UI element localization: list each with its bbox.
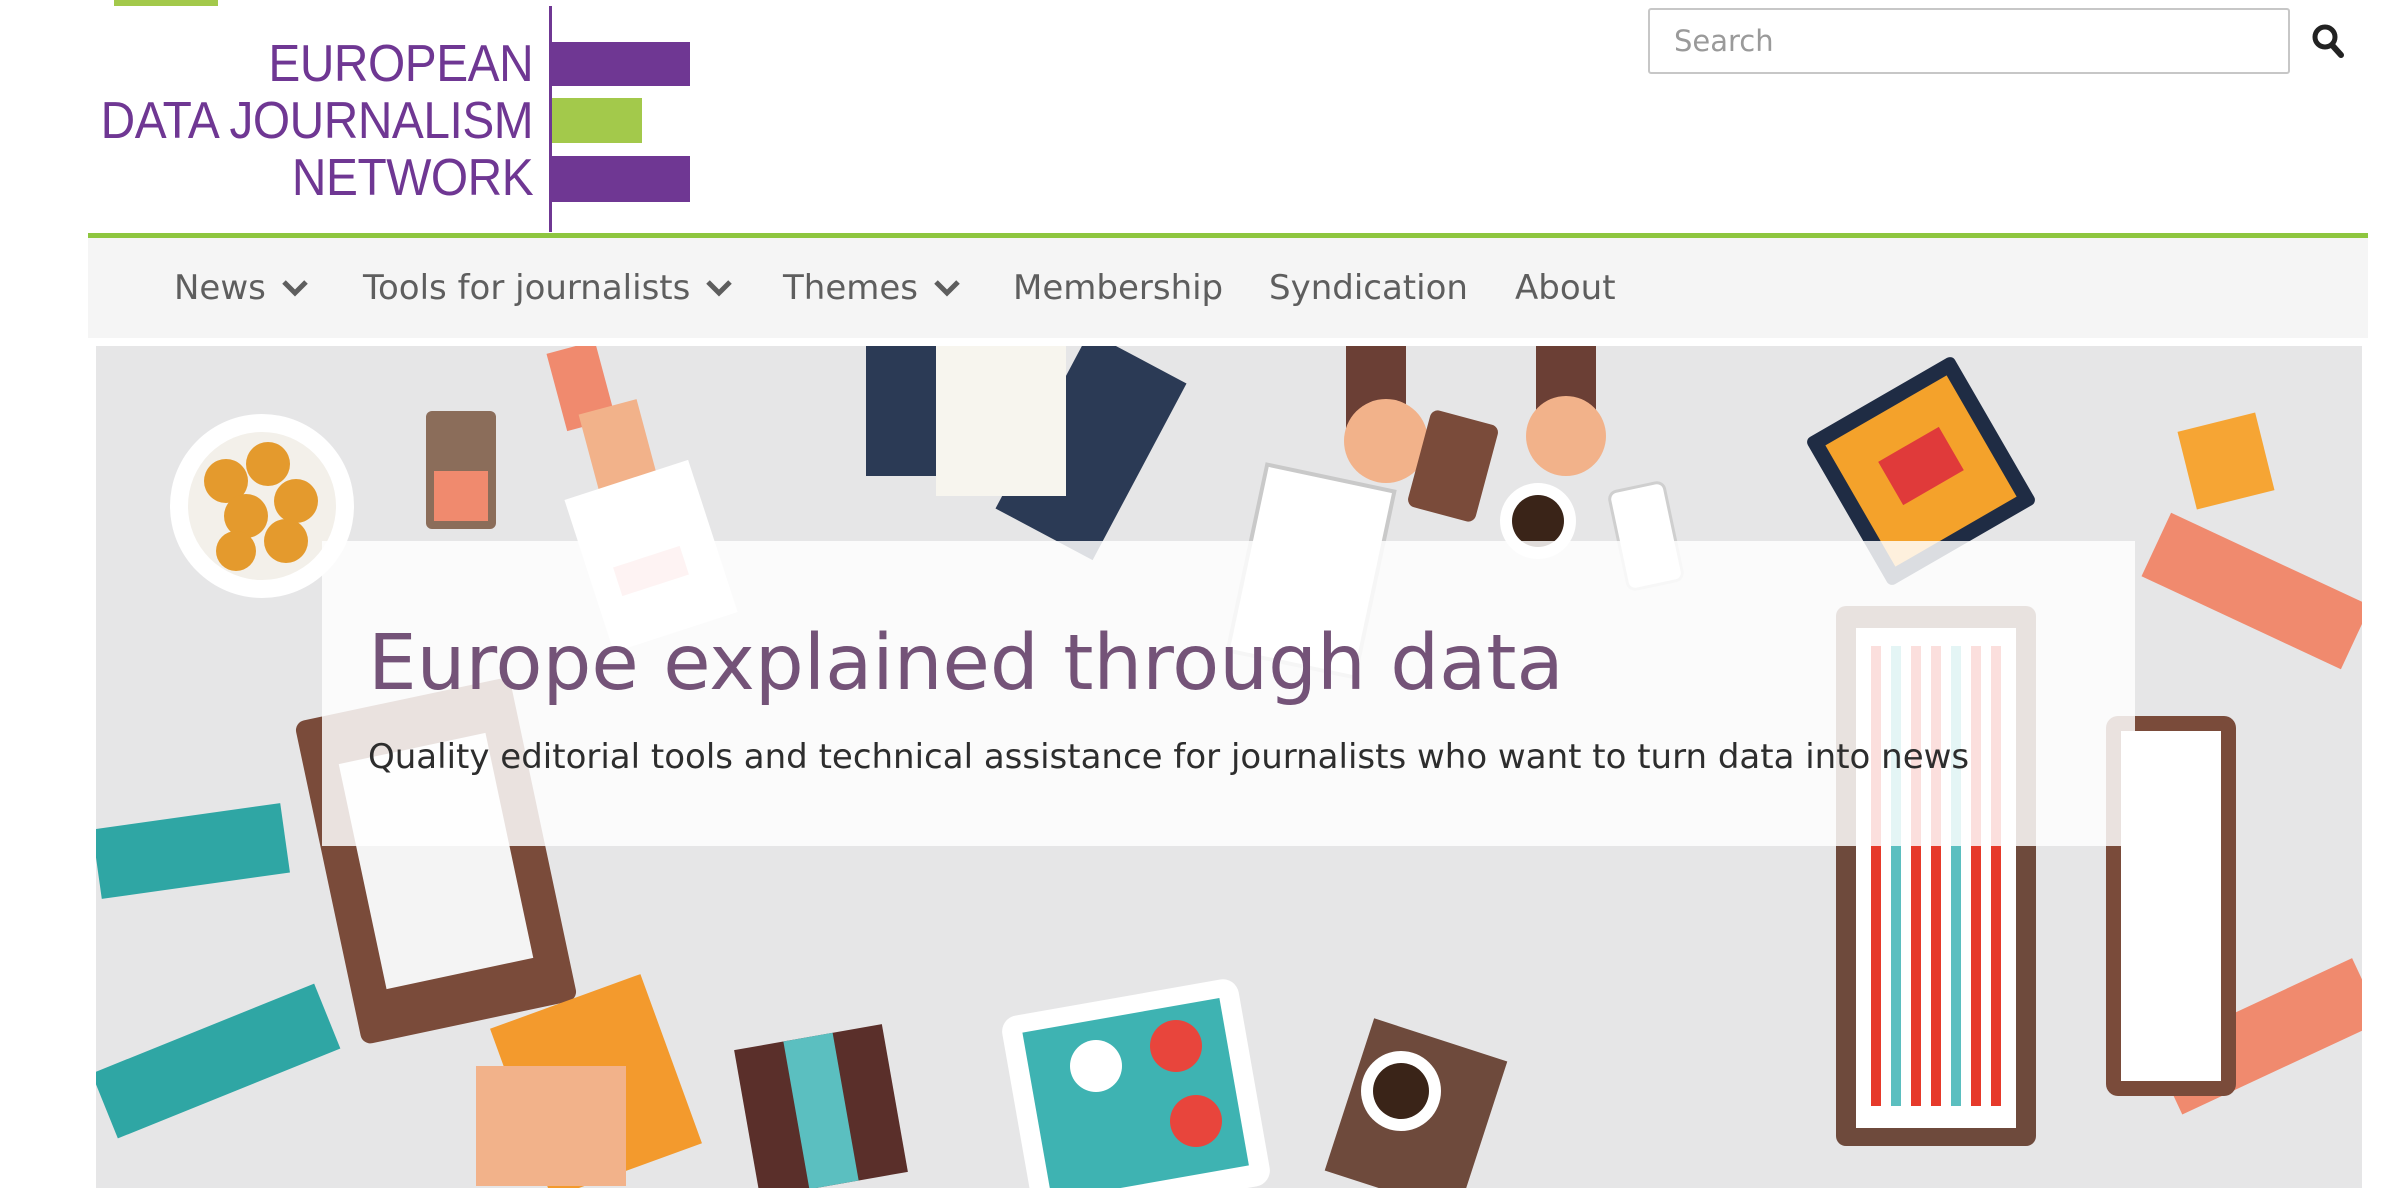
logo-line-3: NETWORK bbox=[291, 149, 534, 207]
chevron-down-icon bbox=[934, 280, 960, 297]
chevron-down-icon bbox=[706, 280, 733, 297]
nav-label: About bbox=[1515, 268, 1616, 308]
nav-label: Themes bbox=[783, 268, 918, 308]
hero-subtitle: Quality editorial tools and technical as… bbox=[368, 737, 1970, 777]
nav-item-syndication[interactable]: Syndication bbox=[1269, 238, 1468, 338]
logo-bar-bottom bbox=[552, 156, 690, 202]
nav-label: News bbox=[174, 268, 266, 308]
nav-label: Tools for journalists bbox=[363, 268, 691, 308]
search-button[interactable] bbox=[2310, 22, 2348, 62]
nav-item-membership[interactable]: Membership bbox=[1013, 238, 1223, 338]
hero-title: Europe explained through data bbox=[368, 619, 1564, 708]
nav-item-about[interactable]: About bbox=[1515, 238, 1616, 338]
logo-line-1: EUROPEAN bbox=[268, 35, 533, 93]
logo-wordmark: EUROPEAN DATA JOURNALISM NETWORK bbox=[100, 36, 533, 207]
main-nav: News Tools for journalists Themes Member… bbox=[88, 238, 2368, 338]
hero-banner: Europe explained through data Quality ed… bbox=[96, 346, 2362, 1188]
nav-item-tools[interactable]: Tools for journalists bbox=[363, 238, 734, 338]
nav-label: Membership bbox=[1013, 268, 1224, 308]
search-icon bbox=[2312, 24, 2344, 58]
logo-line-2: DATA JOURNALISM bbox=[100, 92, 533, 150]
search-input[interactable] bbox=[1648, 8, 2290, 74]
nav-item-news[interactable]: News bbox=[174, 238, 310, 338]
site-logo[interactable]: EUROPEAN DATA JOURNALISM NETWORK bbox=[84, 6, 694, 234]
logo-bar-middle bbox=[552, 98, 642, 143]
nav-label: Syndication bbox=[1269, 268, 1468, 308]
nav-item-themes[interactable]: Themes bbox=[783, 238, 962, 338]
logo-bar-top bbox=[552, 42, 690, 86]
hero-text-card: Europe explained through data Quality ed… bbox=[322, 541, 2135, 846]
chevron-down-icon bbox=[282, 280, 308, 297]
